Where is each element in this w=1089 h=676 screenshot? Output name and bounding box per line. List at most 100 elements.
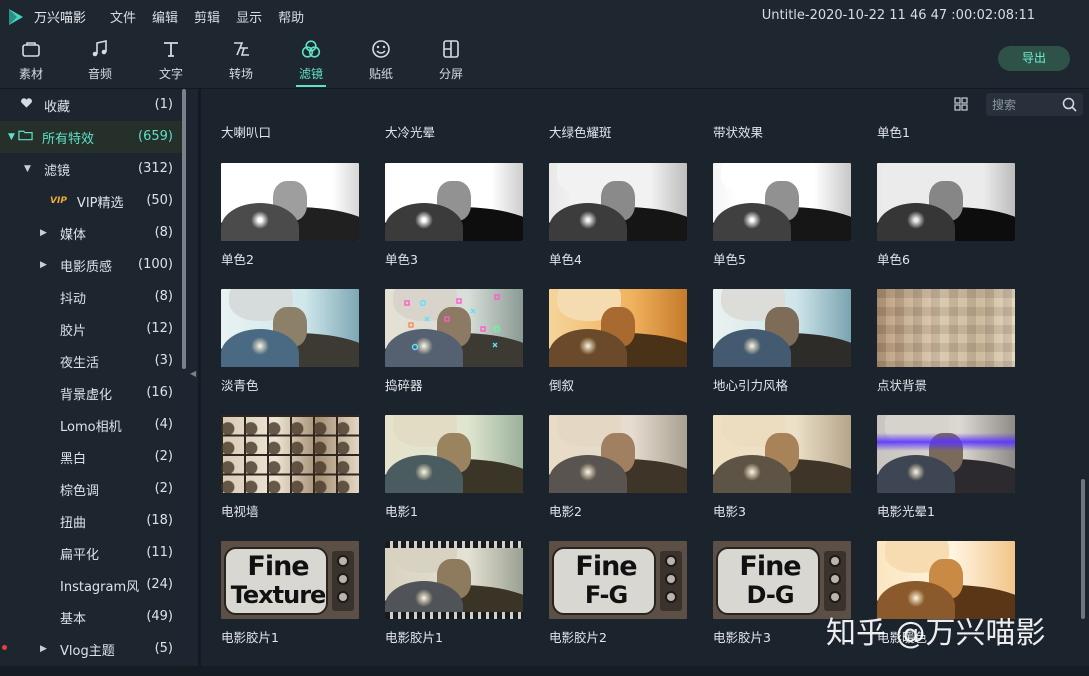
effect-card[interactable]: 电影胶片1 bbox=[385, 541, 523, 651]
effect-card[interactable]: 电影2 bbox=[549, 415, 687, 525]
sidebar-item-media[interactable]: ▶ 媒体 (8) bbox=[0, 217, 182, 249]
sidebar-item-count: (50) bbox=[146, 193, 173, 208]
grid-view-icon[interactable] bbox=[954, 97, 968, 111]
effect-label: 单色5 bbox=[713, 252, 746, 267]
effect-thumbnail bbox=[713, 415, 851, 493]
collapse-caret-icon[interactable]: ▶ bbox=[40, 260, 50, 270]
collapse-caret-icon[interactable]: ▶ bbox=[40, 644, 50, 654]
sidebar-item-film[interactable]: 胶片 (12) bbox=[0, 313, 182, 345]
effect-thumbnail: Fine F-G bbox=[549, 541, 687, 619]
tab-transition[interactable]: 转场 bbox=[216, 33, 266, 89]
effect-card[interactable]: 单色4 bbox=[549, 163, 687, 273]
expand-caret-icon[interactable]: ▼ bbox=[8, 132, 18, 142]
export-button[interactable]: 导出 bbox=[998, 46, 1070, 71]
sidebar-item-black-white[interactable]: 黑白 (2) bbox=[0, 441, 182, 473]
effect-card[interactable]: Fine F-G 电影胶片2 bbox=[549, 541, 687, 651]
tab-sticker[interactable]: 贴纸 bbox=[356, 33, 406, 89]
tab-filter[interactable]: 滤镜 bbox=[286, 33, 336, 89]
music-icon bbox=[89, 38, 111, 60]
tv-illustration: Fine Texture bbox=[221, 541, 359, 619]
effect-card[interactable]: 单色3 bbox=[385, 163, 523, 273]
sidebar-item-favorites[interactable]: 收藏 (1) bbox=[0, 89, 182, 121]
effect-label: 电影胶片1 bbox=[221, 630, 279, 645]
sidebar-item-label: 扭曲 bbox=[60, 515, 87, 531]
sidebar-item-vip[interactable]: VIP VIP精选 (50) bbox=[0, 185, 182, 217]
menu-view[interactable]: 显示 bbox=[228, 7, 270, 26]
effect-card[interactable]: 电视墙 bbox=[221, 415, 359, 525]
effect-label[interactable]: 单色1 bbox=[877, 122, 910, 141]
sidebar-item-count: (11) bbox=[146, 545, 173, 560]
tv-illustration: Fine F-G bbox=[549, 541, 687, 619]
effect-thumbnail bbox=[877, 163, 1015, 241]
sidebar-item-distort[interactable]: 扭曲 (18) bbox=[0, 505, 182, 537]
tab-media[interactable]: 素材 bbox=[6, 33, 56, 89]
effect-label[interactable]: 大冷光晕 bbox=[385, 122, 435, 141]
search-input[interactable] bbox=[992, 96, 1052, 113]
sidebar-item-count: (12) bbox=[146, 321, 173, 336]
effect-card[interactable]: Fine Texture 电影胶片1 bbox=[221, 541, 359, 651]
sidebar-item-count: (3) bbox=[154, 353, 173, 368]
effect-label[interactable]: 大绿色耀斑 bbox=[549, 122, 612, 141]
sidebar-item-count: (2) bbox=[154, 481, 173, 496]
menu-bar: 文件 编辑 剪辑 显示 帮助 bbox=[102, 7, 312, 26]
sidebar-item-flat[interactable]: 扁平化 (11) bbox=[0, 537, 182, 569]
sidebar-item-lomo[interactable]: Lomo相机 (4) bbox=[0, 409, 182, 441]
sidebar-item-label: Vlog主题 bbox=[60, 643, 115, 659]
effect-label: 电影3 bbox=[713, 504, 746, 519]
sidebar-item-label: VIP精选 bbox=[76, 195, 124, 211]
menu-edit[interactable]: 编辑 bbox=[144, 7, 186, 26]
sidebar-item-bokeh[interactable]: 背景虚化 (16) bbox=[0, 377, 182, 409]
effect-thumbnail bbox=[385, 415, 523, 493]
sidebar-scrollbar[interactable] bbox=[182, 89, 186, 369]
sidebar-item-label: 收藏 bbox=[44, 99, 71, 115]
sidebar-item-count: (659) bbox=[138, 129, 173, 144]
effect-label: 单色6 bbox=[877, 252, 910, 267]
effect-card[interactable]: 电影光晕1 bbox=[877, 415, 1015, 525]
sidebar-item-nightlife[interactable]: 夜生活 (3) bbox=[0, 345, 182, 377]
sidebar-item-filters[interactable]: ▼ 滤镜 (312) bbox=[0, 153, 182, 185]
sidebar-item-sepia[interactable]: 棕色调 (2) bbox=[0, 473, 182, 505]
effect-card[interactable]: 地心引力风格 bbox=[713, 289, 851, 399]
media-icon bbox=[20, 38, 42, 60]
effect-card[interactable]: 电影1 bbox=[385, 415, 523, 525]
effect-label: 淡青色 bbox=[221, 378, 259, 393]
sidebar-item-vlog[interactable]: ▶ Vlog主题 (5) bbox=[0, 633, 182, 665]
effect-thumbnail bbox=[713, 289, 851, 367]
effect-label[interactable]: 带状效果 bbox=[713, 122, 763, 141]
effect-card[interactable]: 电影3 bbox=[713, 415, 851, 525]
menu-clip[interactable]: 剪辑 bbox=[186, 7, 228, 26]
effect-label: 单色4 bbox=[549, 252, 582, 267]
effect-card[interactable]: 淡青色 bbox=[221, 289, 359, 399]
search-icon[interactable] bbox=[1062, 97, 1077, 112]
effects-panel-toolbar bbox=[201, 89, 1089, 119]
effect-card[interactable]: 单色2 bbox=[221, 163, 359, 273]
effect-card[interactable]: 点状背景 bbox=[877, 289, 1015, 399]
effect-label: 地心引力风格 bbox=[713, 378, 789, 393]
sidebar-item-all-effects[interactable]: ▼ 所有特效 (659) bbox=[0, 121, 182, 153]
collapse-caret-icon[interactable]: ▶ bbox=[40, 228, 50, 238]
effect-card[interactable]: 捣碎器 bbox=[385, 289, 523, 399]
folder-icon bbox=[18, 129, 34, 145]
tab-text[interactable]: 文字 bbox=[146, 33, 196, 89]
tv-text-line2: D-G bbox=[746, 581, 794, 609]
menu-file[interactable]: 文件 bbox=[102, 7, 144, 26]
sidebar-item-cinematic[interactable]: ▶ 电影质感 (100) bbox=[0, 249, 182, 281]
effect-card[interactable]: 倒叙 bbox=[549, 289, 687, 399]
effect-card[interactable]: 单色5 bbox=[713, 163, 851, 273]
sidebar-item-basic[interactable]: 基本 (49) bbox=[0, 601, 182, 633]
sidebar-item-shake[interactable]: 抖动 (8) bbox=[0, 281, 182, 313]
menu-help[interactable]: 帮助 bbox=[270, 7, 312, 26]
effect-thumbnail bbox=[549, 289, 687, 367]
tab-split-screen[interactable]: 分屏 bbox=[426, 33, 476, 89]
expand-caret-icon[interactable]: ▼ bbox=[24, 164, 34, 174]
effect-label: 电视墙 bbox=[221, 504, 259, 519]
effects-scrollbar[interactable] bbox=[1081, 479, 1085, 619]
sticker-icon bbox=[370, 38, 392, 60]
effect-thumbnail: Fine Texture bbox=[221, 541, 359, 619]
effect-label[interactable]: 大喇叭口 bbox=[221, 122, 271, 141]
effect-label: 电影胶片3 bbox=[713, 630, 771, 645]
sidebar-item-instagram[interactable]: Instagram风 (24) bbox=[0, 569, 182, 601]
collapse-panel-icon[interactable]: ◀ bbox=[190, 369, 196, 378]
tab-audio[interactable]: 音频 bbox=[75, 33, 125, 89]
effect-card[interactable]: 单色6 bbox=[877, 163, 1015, 273]
